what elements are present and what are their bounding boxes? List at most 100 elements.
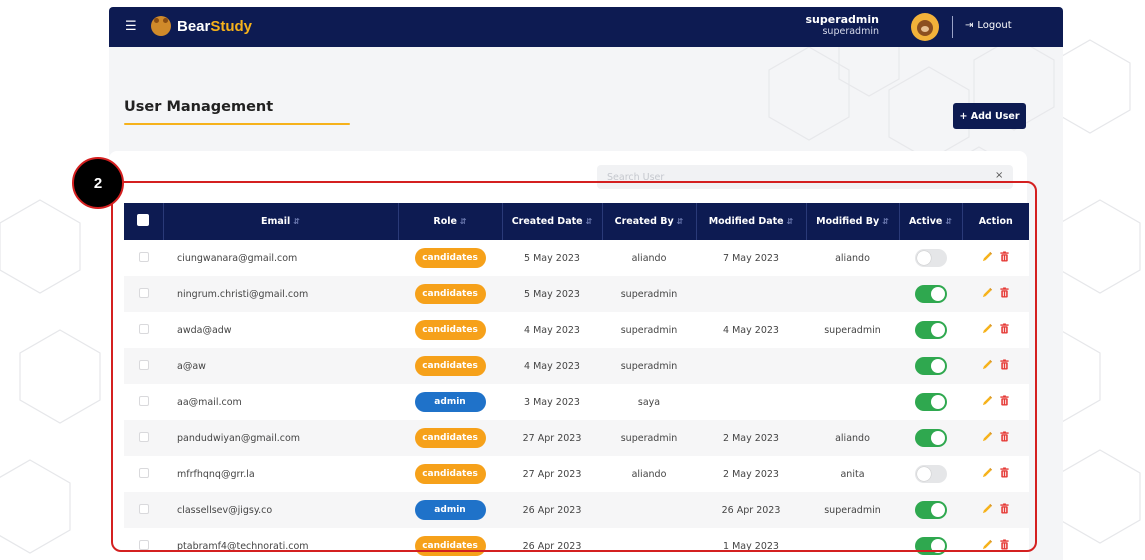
- active-cell: [899, 528, 962, 560]
- email-cell: ciungwanara@gmail.com: [177, 252, 298, 264]
- delete-trash-icon[interactable]: [999, 323, 1010, 334]
- active-toggle[interactable]: [914, 285, 947, 303]
- active-toggle[interactable]: [914, 537, 947, 555]
- delete-trash-icon[interactable]: [999, 431, 1010, 442]
- modified-by-cell: [806, 348, 899, 384]
- active-toggle[interactable]: [914, 249, 947, 267]
- row-checkbox[interactable]: [138, 323, 149, 334]
- delete-trash-icon[interactable]: [999, 467, 1010, 478]
- row-checkbox-cell[interactable]: [124, 348, 163, 384]
- brand-name-part1: Bear: [177, 17, 211, 35]
- select-all-checkbox[interactable]: [137, 214, 150, 226]
- edit-pencil-icon[interactable]: [982, 539, 993, 550]
- row-checkbox[interactable]: [138, 359, 149, 370]
- created-date-cell: 26 Apr 2023: [522, 540, 582, 552]
- delete-trash-icon[interactable]: [999, 539, 1010, 550]
- modified-by-cell: aliando: [835, 432, 870, 444]
- active-cell: [899, 420, 962, 456]
- menu-icon[interactable]: ☰: [125, 20, 137, 34]
- email-cell: ningrum.christi@gmail.com: [177, 288, 309, 300]
- active-toggle[interactable]: [914, 321, 947, 339]
- row-checkbox[interactable]: [138, 287, 149, 298]
- select-all-checkbox-cell[interactable]: [124, 203, 164, 240]
- sort-icon[interactable]: ⇵: [677, 217, 684, 226]
- row-checkbox-cell[interactable]: [124, 420, 163, 456]
- edit-pencil-icon[interactable]: [982, 287, 993, 298]
- edit-pencil-icon[interactable]: [982, 503, 993, 514]
- add-user-button[interactable]: + Add User: [953, 103, 1026, 129]
- toggle-knob: [930, 539, 945, 553]
- sort-icon[interactable]: ⇵: [787, 217, 794, 226]
- row-checkbox-cell[interactable]: [124, 528, 163, 560]
- row-actions: [982, 539, 1010, 550]
- table-row: ningrum.christi@gmail.com candidates 5 M…: [124, 276, 1029, 312]
- active-toggle[interactable]: [914, 465, 947, 483]
- row-checkbox[interactable]: [138, 251, 149, 262]
- edit-pencil-icon[interactable]: [982, 467, 993, 478]
- row-checkbox[interactable]: [138, 539, 149, 550]
- search-input[interactable]: [597, 165, 1013, 189]
- logout-button[interactable]: ⇥ Logout: [965, 20, 1012, 31]
- edit-pencil-icon[interactable]: [982, 251, 993, 262]
- role-badge: candidates: [414, 536, 486, 556]
- active-toggle[interactable]: [914, 501, 947, 519]
- delete-trash-icon[interactable]: [999, 251, 1010, 262]
- frame: ☰ BearStudy superadmin superadmin ⇥ Logo…: [0, 0, 1145, 560]
- modified-date-cell: 26 Apr 2023: [721, 504, 781, 516]
- col-header-modified-by[interactable]: Modified By ⇵: [806, 203, 900, 240]
- role-cell: candidates: [398, 312, 502, 348]
- row-checkbox[interactable]: [138, 467, 149, 478]
- active-toggle[interactable]: [914, 357, 947, 375]
- row-checkbox-cell[interactable]: [124, 240, 163, 276]
- edit-pencil-icon[interactable]: [982, 359, 993, 370]
- row-checkbox-cell[interactable]: [124, 492, 163, 528]
- sort-icon[interactable]: ⇵: [586, 217, 593, 226]
- logout-icon: ⇥: [965, 20, 974, 31]
- created-date-cell: 5 May 2023: [524, 288, 580, 300]
- row-checkbox[interactable]: [138, 431, 149, 442]
- col-header-role[interactable]: Role ⇵: [398, 203, 503, 240]
- toggle-knob: [930, 323, 945, 337]
- col-header-active[interactable]: Active ⇵: [899, 203, 963, 240]
- search-clear-icon[interactable]: ×: [995, 170, 1003, 181]
- edit-pencil-icon[interactable]: [982, 395, 993, 406]
- modified-date-cell: [696, 384, 806, 420]
- brand[interactable]: BearStudy: [151, 16, 252, 36]
- delete-trash-icon[interactable]: [999, 287, 1010, 298]
- active-toggle[interactable]: [914, 429, 947, 447]
- row-checkbox-cell[interactable]: [124, 384, 163, 420]
- sort-icon[interactable]: ⇵: [945, 217, 952, 226]
- action-cell: [962, 384, 1029, 420]
- row-checkbox-cell[interactable]: [124, 456, 163, 492]
- delete-trash-icon[interactable]: [999, 359, 1010, 370]
- edit-pencil-icon[interactable]: [982, 323, 993, 334]
- avatar[interactable]: [911, 13, 939, 41]
- col-header-created-by[interactable]: Created By ⇵: [602, 203, 697, 240]
- created-by-cell: saya: [637, 396, 661, 408]
- edit-pencil-icon[interactable]: [982, 431, 993, 442]
- col-header-label: Role: [433, 216, 457, 227]
- sort-icon[interactable]: ⇵: [293, 217, 300, 226]
- title-underline: [124, 123, 350, 125]
- col-header-email[interactable]: Email ⇵: [163, 203, 399, 240]
- col-header-created-date[interactable]: Created Date ⇵: [502, 203, 603, 240]
- active-cell: [899, 456, 962, 492]
- delete-trash-icon[interactable]: [999, 503, 1010, 514]
- sort-icon[interactable]: ⇵: [460, 217, 467, 226]
- created-date-cell: 5 May 2023: [524, 252, 580, 264]
- sort-icon[interactable]: ⇵: [882, 217, 889, 226]
- user-info: superadmin superadmin: [806, 14, 880, 38]
- col-header-modified-date[interactable]: Modified Date ⇵: [696, 203, 807, 240]
- table-row: classellsev@jigsy.co admin 26 Apr 2023 2…: [124, 492, 1029, 528]
- row-checkbox[interactable]: [138, 503, 149, 514]
- created-by-cell: superadmin: [620, 432, 678, 444]
- delete-trash-icon[interactable]: [999, 395, 1010, 406]
- email-cell: classellsev@jigsy.co: [177, 504, 273, 516]
- row-checkbox-cell[interactable]: [124, 312, 163, 348]
- row-checkbox-cell[interactable]: [124, 276, 163, 312]
- row-actions: [982, 287, 1010, 298]
- row-checkbox[interactable]: [138, 395, 149, 406]
- created-date-cell: 3 May 2023: [524, 396, 580, 408]
- active-toggle[interactable]: [914, 393, 947, 411]
- action-cell: [962, 456, 1029, 492]
